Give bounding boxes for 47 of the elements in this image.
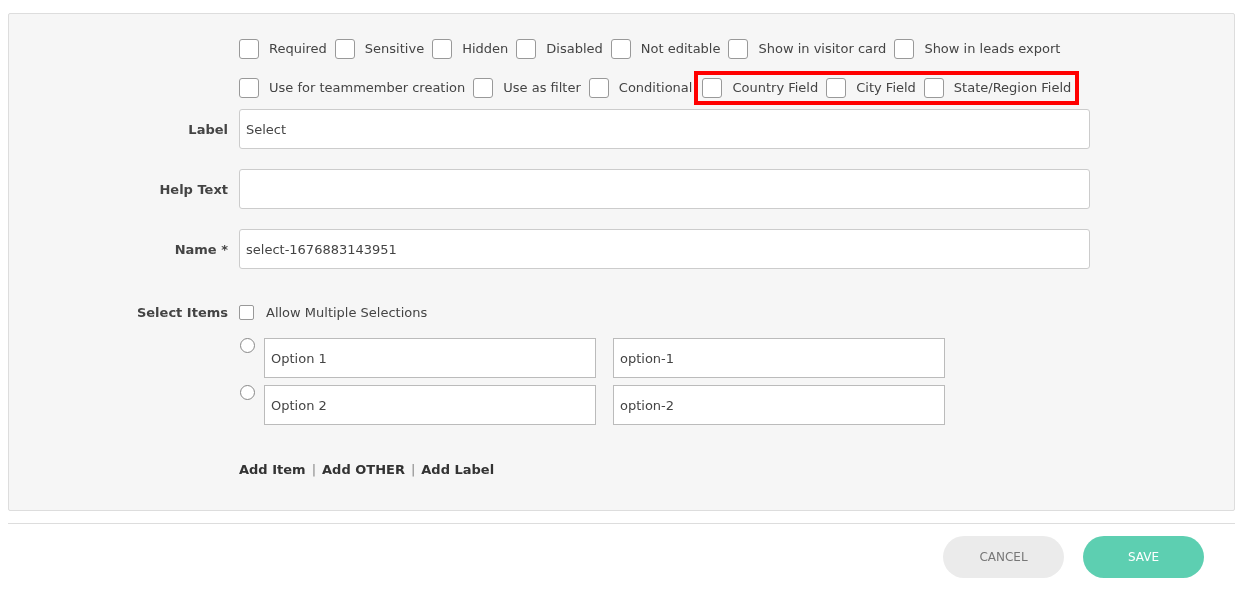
- checkbox[interactable]: [923, 77, 944, 98]
- checkbox[interactable]: [239, 305, 254, 320]
- option-text-field[interactable]: Option 1: [264, 338, 596, 378]
- link[interactable]: Add Label: [421, 462, 495, 477]
- checkbox[interactable]: [826, 77, 847, 98]
- input-field[interactable]: select-1676883143951: [239, 229, 1090, 269]
- checkbox[interactable]: [702, 77, 723, 98]
- checkbox-label: Conditional: [618, 80, 693, 95]
- checkbox-label: Use for teammember creation: [269, 80, 466, 95]
- checkbox[interactable]: [239, 38, 259, 59]
- radio-button[interactable]: [240, 338, 255, 353]
- checkbox-label: Show in visitor card: [758, 41, 887, 56]
- checkbox[interactable]: [473, 77, 494, 98]
- checkbox-label: Allow Multiple Selections: [266, 305, 428, 320]
- checkbox[interactable]: [728, 38, 749, 59]
- input-field[interactable]: [239, 169, 1090, 209]
- link[interactable]: Add OTHER: [322, 462, 405, 477]
- link[interactable]: Add Item: [239, 462, 306, 477]
- checkbox-label: Disabled: [546, 41, 603, 56]
- field-label: Select Items: [135, 305, 228, 320]
- field-label: Name *: [173, 241, 228, 257]
- checkbox-label: Show in leads export: [924, 41, 1061, 56]
- option-value-field[interactable]: option-1: [613, 338, 945, 378]
- field-label: Label: [187, 121, 228, 137]
- checkbox-label: Use as filter: [503, 80, 581, 95]
- checkbox[interactable]: [610, 38, 631, 59]
- cancel-button[interactable]: CANCEL: [943, 536, 1064, 578]
- option-value-field[interactable]: option-2: [613, 385, 945, 425]
- input-field[interactable]: Select: [239, 109, 1090, 149]
- checkbox-label: Country Field: [732, 80, 819, 95]
- checkbox-label: City Field: [856, 80, 916, 95]
- checkbox-label: Required: [269, 41, 327, 56]
- field-label: Help Text: [158, 181, 228, 197]
- checkbox-label: Hidden: [462, 41, 509, 56]
- separator: |: [311, 462, 316, 477]
- checkbox[interactable]: [894, 38, 915, 59]
- checkbox[interactable]: [334, 38, 355, 59]
- checkbox[interactable]: [588, 77, 609, 98]
- checkbox[interactable]: [432, 38, 453, 59]
- checkbox-label: Sensitive: [364, 41, 425, 56]
- radio-button[interactable]: [240, 385, 255, 400]
- checkbox-label: Not editable: [640, 41, 721, 56]
- checkbox[interactable]: [516, 38, 537, 59]
- checkbox[interactable]: [239, 77, 259, 98]
- checkbox-label: State/Region Field: [953, 80, 1072, 95]
- option-text-field[interactable]: Option 2: [264, 385, 596, 425]
- separator: |: [410, 462, 416, 477]
